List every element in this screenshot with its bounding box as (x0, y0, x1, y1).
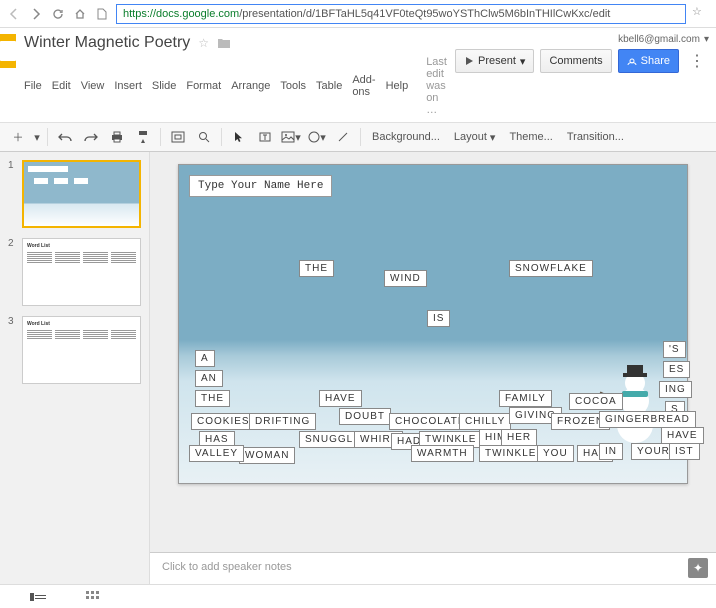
paint-format-icon[interactable] (131, 125, 155, 149)
menu-format[interactable]: Format (186, 80, 221, 92)
layout-button[interactable]: Layout▾ (448, 131, 502, 144)
word-tile[interactable]: YOU (537, 445, 574, 462)
star-outline-icon[interactable]: ☆ (198, 36, 209, 50)
menu-addons[interactable]: Add-ons (352, 74, 375, 98)
url-protocol: https:// (123, 8, 156, 20)
menu-arrange[interactable]: Arrange (231, 80, 270, 92)
reload-icon[interactable] (50, 6, 66, 22)
canvas-area: Type Your Name Here THE WIND SNOWFLAKE IS A '… (150, 152, 716, 584)
word-tile[interactable]: FAMILY (499, 390, 552, 407)
comments-button[interactable]: Comments (540, 49, 611, 73)
last-edit-text: Last edit was on … (426, 56, 447, 116)
word-tile[interactable]: WOMAN (239, 447, 295, 464)
menu-table[interactable]: Table (316, 80, 342, 92)
word-tile[interactable]: AN (195, 370, 223, 387)
slide-thumb-1[interactable] (22, 160, 141, 228)
chevron-down-icon: ▾ (704, 34, 709, 45)
menu-tools[interactable]: Tools (280, 80, 306, 92)
word-tile[interactable]: TWINKLE (479, 445, 542, 462)
word-tile[interactable]: WIND (384, 270, 427, 287)
print-icon[interactable] (105, 125, 129, 149)
zoom-fit-icon[interactable] (166, 125, 190, 149)
word-tile[interactable]: DRIFTING (249, 413, 316, 430)
word-tile[interactable]: COOKIES (191, 413, 256, 430)
word-tile[interactable]: THE (195, 390, 230, 407)
select-icon[interactable] (227, 125, 251, 149)
zoom-icon[interactable] (192, 125, 216, 149)
slide-canvas[interactable]: Type Your Name Here THE WIND SNOWFLAKE IS A '… (178, 164, 688, 484)
transition-button[interactable]: Transition... (561, 131, 630, 143)
footer-bar (0, 584, 716, 608)
app-header: Winter Magnetic Poetry ☆ File Edit View … (0, 28, 716, 122)
toolbar: ＋ ▾ ▾ ▾ Background... Layout▾ Theme... T… (0, 122, 716, 152)
theme-button[interactable]: Theme... (503, 131, 558, 143)
folder-icon[interactable] (217, 37, 231, 49)
word-tile[interactable]: IS (427, 310, 450, 327)
word-tile[interactable]: HAVE (319, 390, 362, 407)
chevron-down-icon: ▾ (520, 55, 526, 68)
word-tile[interactable]: HER (501, 429, 537, 446)
page-icon (94, 6, 110, 22)
textbox-icon[interactable] (253, 125, 277, 149)
thumb-number: 3 (8, 316, 16, 384)
explore-icon[interactable]: ✦ (688, 558, 708, 578)
slides-logo-icon[interactable] (0, 34, 16, 68)
menu-slide[interactable]: Slide (152, 80, 176, 92)
forward-icon[interactable] (28, 6, 44, 22)
word-tile[interactable]: SNOWFLAKE (509, 260, 593, 277)
word-tile[interactable]: ES (663, 361, 690, 378)
word-tile[interactable]: VALLEY (189, 445, 244, 462)
overflow-menu-icon[interactable]: ⋮ (685, 51, 709, 71)
word-tile[interactable]: COCOA (569, 393, 623, 410)
speaker-notes[interactable]: Click to add speaker notes ✦ (150, 552, 716, 584)
word-tile[interactable]: A (195, 350, 215, 367)
filmstrip-view-icon[interactable] (30, 591, 46, 603)
home-icon[interactable] (72, 6, 88, 22)
word-tile[interactable]: GINGERBREAD (599, 411, 696, 428)
bookmark-star-icon[interactable]: ☆ (692, 5, 710, 23)
doc-title[interactable]: Winter Magnetic Poetry (24, 34, 190, 52)
grid-view-icon[interactable] (86, 591, 100, 603)
undo-icon[interactable] (53, 125, 77, 149)
slide-thumb-3[interactable]: Word List (22, 316, 141, 384)
canvas-scroll[interactable]: Type Your Name Here THE WIND SNOWFLAKE IS A '… (150, 152, 716, 552)
redo-icon[interactable] (79, 125, 103, 149)
name-input-box[interactable]: Type Your Name Here (189, 175, 332, 197)
notes-placeholder: Click to add speaker notes (162, 561, 292, 573)
slide-panel[interactable]: 1 2 Word List 3 Word List (0, 152, 150, 584)
image-icon[interactable]: ▾ (279, 125, 303, 149)
url-path: /presentation/d/1BFTaHL5q41VF0teQt95woYS… (239, 8, 610, 20)
browser-chrome: https://docs.google.com/presentation/d/1… (0, 0, 716, 28)
word-tile[interactable]: THE (299, 260, 334, 277)
word-tile[interactable]: ING (659, 381, 692, 398)
account-email[interactable]: kbell6@gmail.com▾ (618, 34, 709, 45)
line-icon[interactable] (331, 125, 355, 149)
thumb-number: 2 (8, 238, 16, 306)
menu-file[interactable]: File (24, 80, 42, 92)
workspace: 1 2 Word List 3 Word List Type Your Name… (0, 152, 716, 584)
url-bar[interactable]: https://docs.google.com/presentation/d/1… (116, 4, 686, 24)
thumb-number: 1 (8, 160, 16, 228)
word-tile[interactable]: IST (669, 443, 700, 460)
word-tile[interactable]: HAVE (661, 427, 704, 444)
present-button[interactable]: Present▾ (455, 49, 534, 73)
back-icon[interactable] (6, 6, 22, 22)
word-tile[interactable]: 'S (663, 341, 686, 358)
menu-help[interactable]: Help (386, 80, 409, 92)
menu-view[interactable]: View (81, 80, 105, 92)
menu-insert[interactable]: Insert (114, 80, 142, 92)
chevron-down-icon[interactable]: ▾ (32, 125, 42, 149)
menu-bar: File Edit View Insert Slide Format Arran… (24, 52, 447, 122)
word-tile[interactable]: CHILLY (459, 413, 511, 430)
share-button[interactable]: Share (618, 49, 679, 73)
word-tile[interactable]: WARMTH (411, 445, 474, 462)
word-tile[interactable]: DOUBT (339, 408, 391, 425)
menu-edit[interactable]: Edit (52, 80, 71, 92)
new-slide-button[interactable]: ＋ (6, 125, 30, 149)
word-tile[interactable]: IN (599, 443, 623, 460)
url-host: docs.google.com (156, 8, 239, 20)
slide-thumb-2[interactable]: Word List (22, 238, 141, 306)
shape-icon[interactable]: ▾ (305, 125, 329, 149)
background-button[interactable]: Background... (366, 131, 446, 143)
